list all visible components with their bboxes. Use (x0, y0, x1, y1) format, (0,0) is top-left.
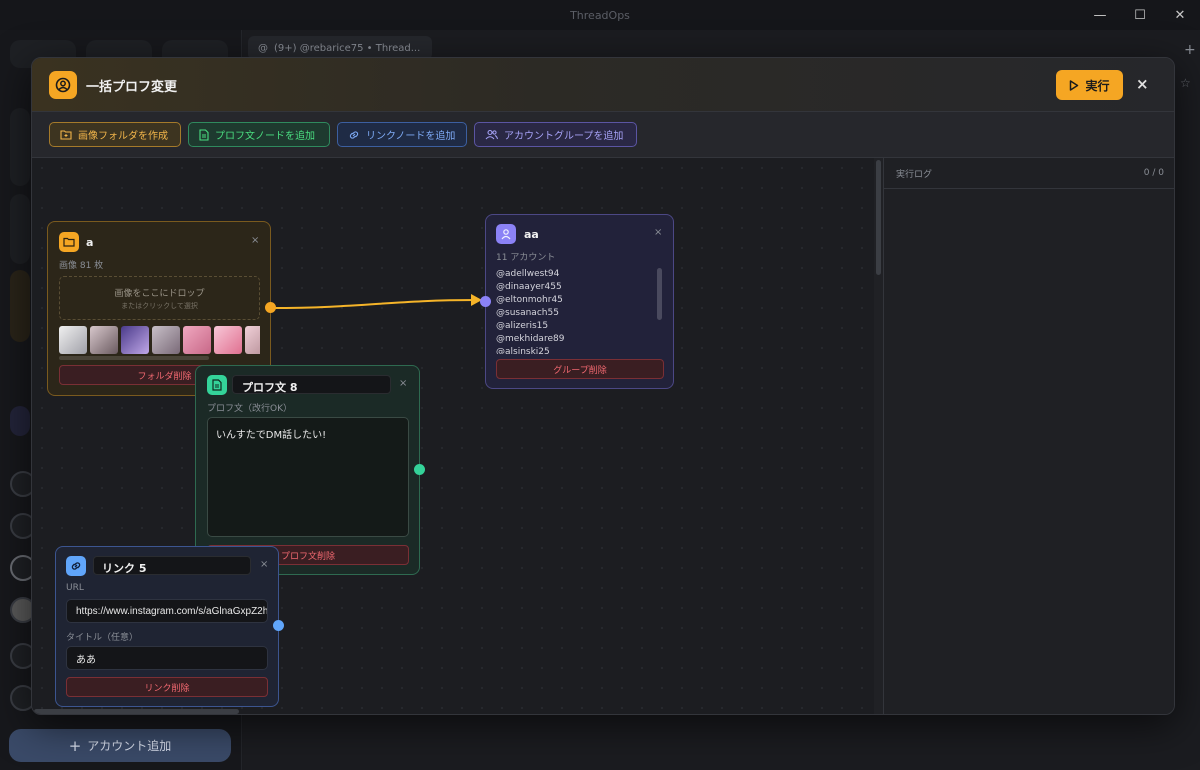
bulk-profile-modal: 一括プロフ変更 実行 × 画像フォルダを作成 プロフ文ノードを追加 リンクノード… (31, 57, 1175, 715)
delete-group-button[interactable]: グループ削除 (496, 359, 664, 379)
link-node-close-button[interactable]: × (260, 559, 268, 570)
run-label: 実行 (1085, 78, 1110, 93)
account-item: @alizeris15 (496, 321, 549, 331)
image-thumbnail[interactable] (214, 326, 242, 354)
thumbnail-scrollbar[interactable] (59, 356, 209, 360)
user-circle-icon (49, 71, 77, 99)
account-item: @dinaayer455 (496, 282, 562, 292)
account-count: 11 アカウント (496, 253, 556, 263)
window-title: ThreadOps (570, 8, 630, 22)
image-thumbnail[interactable] (245, 326, 260, 354)
plus-icon: + (68, 736, 82, 755)
url-field[interactable]: https://www.instagram.com/s/aGlnaGxpZ2h0 (66, 599, 268, 623)
add-account-group-button[interactable]: アカウントグループを追加 (474, 122, 637, 147)
minimize-button[interactable]: — (1080, 0, 1120, 30)
image-thumbnail[interactable] (152, 326, 180, 354)
group-input-port[interactable] (480, 296, 491, 307)
link-icon (66, 556, 86, 576)
account-group-node[interactable]: aa × 11 アカウント @adellwest94 @dinaayer455 … (485, 214, 674, 389)
add-profile-node-label: プロフ文ノードを追加 (215, 131, 315, 142)
run-button[interactable]: 実行 (1056, 70, 1123, 100)
document-icon (199, 128, 209, 141)
profile-text-value: いんすたでDM話したい! (216, 430, 327, 441)
url-value: https://www.instagram.com/s/aGlnaGxpZ2h0 (76, 605, 268, 617)
add-account-label: アカウント追加 (87, 739, 172, 753)
account-item: @eltonmohr45 (496, 295, 563, 305)
folder-plus-icon (60, 130, 72, 140)
execution-log-panel: 実行ログ 0 / 0 (883, 158, 1174, 714)
profile-text-label: プロフ文（改行OK） (207, 404, 292, 414)
link-output-port[interactable] (273, 620, 284, 631)
modal-title: 一括プロフ変更 (86, 80, 178, 95)
link-name: リンク 5 (102, 562, 147, 575)
group-name: aa (524, 228, 539, 241)
profile-title: プロフ文 8 (242, 381, 298, 394)
threads-icon: @ (258, 42, 268, 54)
play-icon (1070, 79, 1079, 91)
profile-text-node[interactable]: プロフ文 8 × プロフ文（改行OK） いんすたでDM話したい! プロフ文削除 (195, 365, 420, 575)
sidebar-card[interactable] (10, 108, 30, 186)
link-title-value: ああ (76, 654, 96, 666)
log-title: 実行ログ (896, 169, 933, 180)
drop-zone-text: 画像をここにドロップ (114, 289, 205, 299)
users-icon (485, 129, 498, 140)
folder-output-port[interactable] (265, 302, 276, 313)
node-canvas[interactable]: a × 画像 81 枚 画像をここにドロップ またはクリックして選択 フォルダ削… (32, 158, 883, 714)
new-tab-button[interactable]: + (1184, 42, 1196, 58)
link-icon (349, 130, 359, 139)
window-titlebar: ThreadOps — ☐ ✕ (0, 0, 1200, 30)
image-count: 画像 81 枚 (59, 261, 104, 271)
add-account-group-label: アカウントグループを追加 (504, 131, 624, 142)
link-title-field[interactable]: ああ (66, 646, 268, 670)
add-link-node-button[interactable]: リンクノードを追加 (337, 122, 467, 147)
sidebar-card[interactable] (10, 270, 30, 342)
link-title-label: タイトル（任意） (66, 633, 139, 643)
folder-icon (59, 232, 79, 252)
link-node[interactable]: リンク 5 × URL https://www.instagram.com/s/… (55, 546, 279, 707)
user-icon (496, 224, 516, 244)
image-drop-zone[interactable]: 画像をここにドロップ またはクリックして選択 (59, 276, 260, 320)
group-node-close-button[interactable]: × (654, 227, 662, 238)
add-profile-node-button[interactable]: プロフ文ノードを追加 (188, 122, 330, 147)
window-close-button[interactable]: ✕ (1160, 0, 1200, 30)
log-count: 0 / 0 (1143, 168, 1164, 178)
account-item: @susanach55 (496, 308, 559, 318)
account-list: @adellwest94 @dinaayer455 @eltonmohr45 @… (496, 268, 646, 354)
tab-label: (9+) @rebarice75 • Thread... (274, 42, 421, 54)
modal-toolbar: 画像フォルダを作成 プロフ文ノードを追加 リンクノードを追加 アカウントグループ… (32, 112, 1174, 158)
image-thumbnail[interactable] (59, 326, 87, 354)
window-controls: — ☐ ✕ (1080, 0, 1200, 30)
image-thumbnails (59, 326, 260, 354)
modal-header: 一括プロフ変更 実行 × (32, 58, 1174, 112)
image-thumbnail[interactable] (183, 326, 211, 354)
folder-node-close-button[interactable]: × (251, 235, 259, 246)
account-item: @alsinski25 (496, 347, 550, 354)
account-item: @adellwest94 (496, 269, 560, 279)
account-item: @mekhidare89 (496, 334, 565, 344)
log-header: 実行ログ 0 / 0 (884, 158, 1174, 189)
sidebar-card[interactable] (10, 406, 30, 436)
profile-output-port[interactable] (414, 464, 425, 475)
maximize-button[interactable]: ☐ (1120, 0, 1160, 30)
profile-node-close-button[interactable]: × (399, 378, 407, 389)
image-thumbnail[interactable] (121, 326, 149, 354)
delete-link-button[interactable]: リンク削除 (66, 677, 268, 697)
drop-zone-subtext: またはクリックして選択 (121, 302, 198, 310)
folder-name: a (86, 236, 94, 249)
url-label: URL (66, 583, 84, 593)
canvas-horizontal-scrollbar[interactable] (34, 709, 239, 714)
image-thumbnail[interactable] (90, 326, 118, 354)
create-folder-label: 画像フォルダを作成 (78, 131, 168, 142)
canvas-vertical-scrollbar[interactable] (876, 160, 881, 275)
account-list-scrollbar[interactable] (657, 268, 662, 320)
document-icon (207, 375, 227, 395)
profile-textarea[interactable]: いんすたでDM話したい! (207, 417, 409, 537)
add-link-node-label: リンクノードを追加 (366, 131, 456, 142)
star-icon[interactable]: ☆ (1180, 76, 1191, 90)
add-account-button[interactable]: + アカウント追加 (9, 729, 231, 762)
sidebar-card[interactable] (10, 194, 30, 264)
create-folder-button[interactable]: 画像フォルダを作成 (49, 122, 181, 147)
modal-close-button[interactable]: × (1136, 75, 1149, 93)
